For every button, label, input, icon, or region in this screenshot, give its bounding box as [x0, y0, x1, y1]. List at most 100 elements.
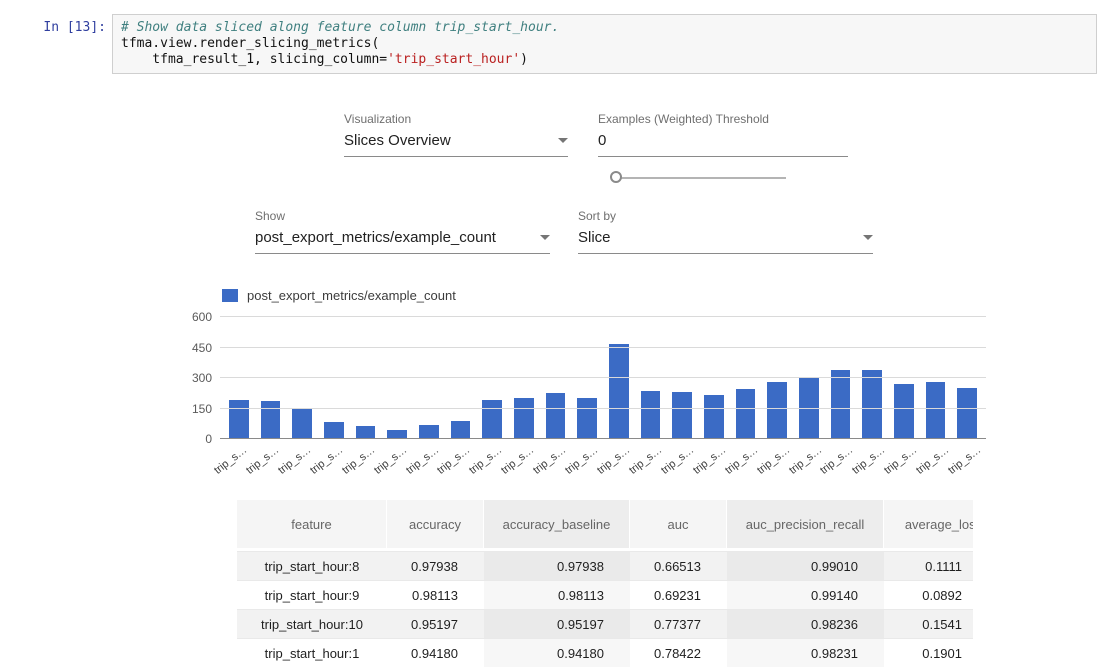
bar[interactable]	[957, 388, 977, 439]
bar[interactable]	[926, 382, 946, 439]
chart-legend: post_export_metrics/example_count	[222, 288, 456, 303]
x-axis-label: trip_s…	[723, 444, 760, 477]
x-axis-label: trip_s…	[563, 444, 600, 477]
bar[interactable]	[672, 392, 692, 439]
bar-slot	[540, 317, 572, 439]
bars-container	[220, 317, 986, 439]
bar[interactable]	[292, 409, 312, 439]
bar-slot	[381, 317, 413, 439]
column-header-feature[interactable]: feature	[237, 500, 387, 548]
feature-cell: trip_start_hour:9	[237, 581, 387, 609]
y-axis: 0150300450600	[185, 286, 212, 486]
bar-slot	[413, 317, 445, 439]
show-value: post_export_metrics/example_count	[255, 229, 496, 246]
metric-cell: 0.94180	[484, 639, 630, 667]
table-row[interactable]: trip_start_hour:80.979380.979380.665130.…	[237, 551, 973, 580]
bar[interactable]	[609, 344, 629, 439]
bar[interactable]	[894, 384, 914, 439]
x-axis-label: trip_s…	[850, 444, 887, 477]
code-line: tfma_result_1, slicing_column=	[121, 52, 387, 67]
bar-slot	[666, 317, 698, 439]
bar[interactable]	[577, 398, 597, 439]
show-metric-select[interactable]: Show post_export_metrics/example_count	[255, 209, 550, 254]
x-axis-label: trip_s…	[531, 444, 568, 477]
bar[interactable]	[229, 400, 249, 439]
bar[interactable]	[482, 400, 502, 439]
x-axis-label: trip_s…	[946, 444, 983, 477]
metric-cell: 0.97938	[387, 552, 484, 580]
column-header-average_loss[interactable]: average_loss	[884, 500, 973, 548]
bar-slot	[761, 317, 793, 439]
notebook-page: In [13]: # Show data sliced along featur…	[0, 0, 1111, 668]
metric-cell: 0.0892	[884, 581, 973, 609]
threshold-field[interactable]: Examples (Weighted) Threshold	[598, 112, 848, 157]
chevron-down-icon[interactable]	[540, 235, 550, 240]
bar[interactable]	[704, 395, 724, 439]
bar-slot	[730, 317, 762, 439]
code-line: tfma.view.render_slicing_metrics(	[121, 36, 379, 51]
bar-slot	[793, 317, 825, 439]
sort-value-row[interactable]: Slice	[578, 229, 873, 254]
column-header-auc_precision_recall[interactable]: auc_precision_recall	[727, 500, 884, 548]
code-line: )	[520, 52, 528, 67]
table-header-row: featureaccuracyaccuracy_baselineaucauc_p…	[237, 500, 973, 551]
bar[interactable]	[514, 398, 534, 439]
bar-slot	[951, 317, 983, 439]
bar-slot	[888, 317, 920, 439]
bar[interactable]	[736, 389, 756, 439]
bar[interactable]	[862, 370, 882, 439]
column-header-accuracy_baseline[interactable]: accuracy_baseline	[484, 500, 630, 548]
visualization-value: Slices Overview	[344, 132, 451, 149]
x-axis-label: trip_s…	[787, 444, 824, 477]
bar[interactable]	[641, 391, 661, 439]
bar-slot	[476, 317, 508, 439]
table-row[interactable]: trip_start_hour:100.951970.951970.773770…	[237, 609, 973, 638]
slider-track[interactable]	[616, 177, 786, 179]
threshold-slider[interactable]	[610, 171, 786, 185]
bar[interactable]	[831, 370, 851, 439]
sort-by-select[interactable]: Sort by Slice	[578, 209, 873, 254]
x-axis-label: trip_s…	[372, 444, 409, 477]
bar[interactable]	[419, 425, 439, 439]
gridline	[220, 408, 986, 409]
chevron-down-icon[interactable]	[863, 235, 873, 240]
visualization-value-row[interactable]: Slices Overview	[344, 132, 568, 157]
x-axis-label: trip_s…	[755, 444, 792, 477]
bar[interactable]	[546, 393, 566, 439]
table-row[interactable]: trip_start_hour:90.981130.981130.692310.…	[237, 580, 973, 609]
metric-cell: 0.99010	[727, 552, 884, 580]
slider-knob[interactable]	[610, 171, 622, 183]
bar-slot	[445, 317, 477, 439]
code-editor[interactable]: # Show data sliced along feature column …	[112, 14, 1097, 74]
metrics-table: featureaccuracyaccuracy_baselineaucauc_p…	[237, 500, 973, 668]
metric-cell: 0.97938	[484, 552, 630, 580]
threshold-input[interactable]	[598, 132, 848, 157]
bar[interactable]	[324, 422, 344, 439]
feature-cell: trip_start_hour:10	[237, 610, 387, 638]
table-row[interactable]: trip_start_hour:10.941800.941800.784220.…	[237, 638, 973, 667]
x-axis-label: trip_s…	[819, 444, 856, 477]
metric-cell: 0.98236	[727, 610, 884, 638]
metric-cell: 0.66513	[630, 552, 727, 580]
bar-slot	[318, 317, 350, 439]
sort-value: Slice	[578, 229, 611, 246]
bar[interactable]	[767, 382, 787, 439]
column-header-accuracy[interactable]: accuracy	[387, 500, 484, 548]
metric-cell: 0.78422	[630, 639, 727, 667]
code-content: # Show data sliced along feature column …	[121, 20, 1088, 68]
x-axis-label: trip_s…	[499, 444, 536, 477]
code-string: 'trip_start_hour'	[387, 52, 520, 67]
column-header-auc[interactable]: auc	[630, 500, 727, 548]
bar[interactable]	[451, 421, 471, 439]
gridline	[220, 347, 986, 348]
bar-slot	[223, 317, 255, 439]
metric-cell: 0.1111	[884, 552, 973, 580]
chevron-down-icon[interactable]	[558, 138, 568, 143]
metric-cell: 0.69231	[630, 581, 727, 609]
x-axis-label: trip_s…	[882, 444, 919, 477]
gridline	[220, 377, 986, 378]
visualization-select[interactable]: Visualization Slices Overview	[344, 112, 568, 157]
legend-label: post_export_metrics/example_count	[247, 288, 456, 303]
x-axis-label: trip_s…	[244, 444, 281, 477]
show-value-row[interactable]: post_export_metrics/example_count	[255, 229, 550, 254]
